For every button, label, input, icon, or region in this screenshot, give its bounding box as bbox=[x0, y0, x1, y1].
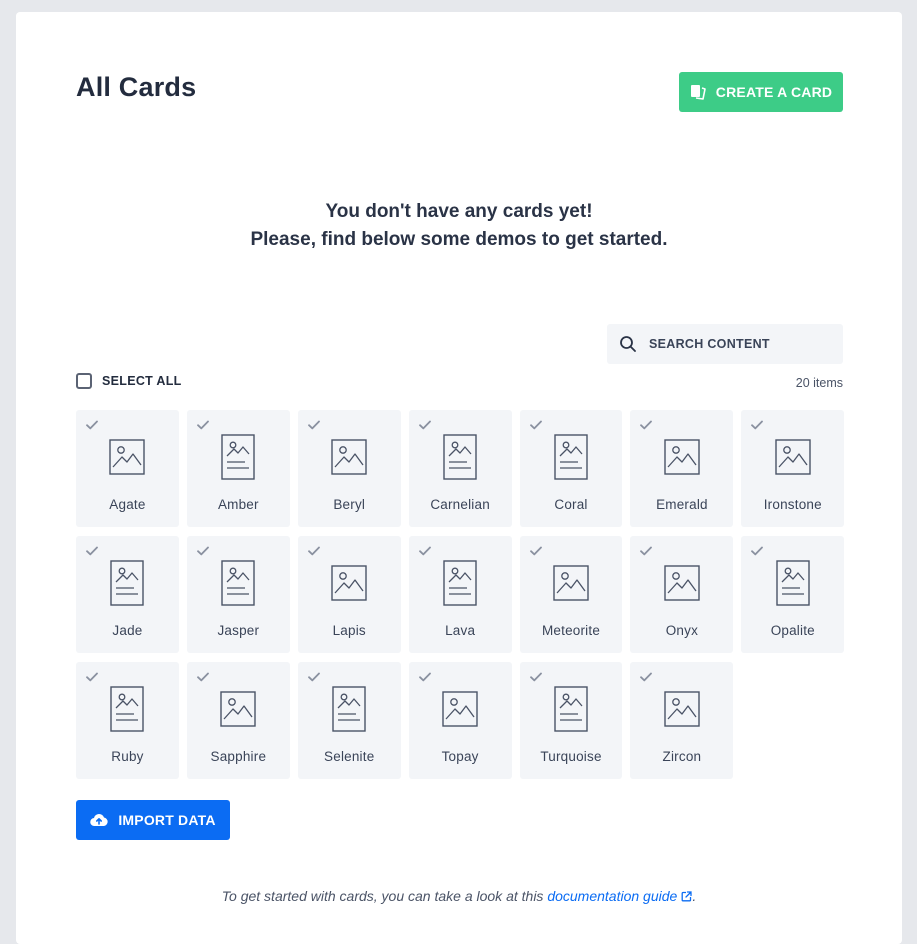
image-icon bbox=[220, 691, 257, 732]
empty-state-message: You don't have any cards yet! Please, fi… bbox=[16, 198, 902, 254]
image-icon bbox=[775, 439, 811, 480]
image-icon bbox=[553, 565, 589, 606]
card-name: Opalite bbox=[770, 623, 815, 638]
card-name: Amber bbox=[217, 497, 259, 512]
page-title: All Cards bbox=[76, 72, 197, 102]
card-name: Sapphire bbox=[210, 749, 267, 764]
card-tile[interactable]: Jade bbox=[76, 536, 179, 653]
import-data-label: IMPORT DATA bbox=[118, 812, 216, 828]
main-panel: All Cards CREATE A CARD You don't have a… bbox=[16, 12, 902, 944]
select-all-toggle[interactable]: SELECT ALL bbox=[76, 373, 182, 389]
documentation-guide-link-text: documentation guide bbox=[547, 888, 678, 904]
card-name: Jasper bbox=[217, 623, 260, 638]
footer-suffix: . bbox=[692, 888, 697, 904]
card-tile[interactable]: Turquoise bbox=[519, 662, 623, 779]
documentation-guide-link[interactable]: documentation guide bbox=[547, 888, 692, 904]
select-all-label: SELECT ALL bbox=[102, 374, 182, 388]
card-name: Carnelian bbox=[430, 497, 490, 512]
card-name: Meteorite bbox=[541, 623, 601, 638]
card-name: Coral bbox=[554, 497, 588, 512]
image-icon bbox=[664, 691, 700, 732]
card-tile[interactable]: Beryl bbox=[297, 410, 401, 527]
card-tile[interactable]: Meteorite bbox=[519, 536, 623, 653]
image-icon bbox=[331, 565, 367, 606]
card-name: Onyx bbox=[665, 623, 699, 638]
search-box[interactable] bbox=[607, 324, 843, 364]
search-icon bbox=[620, 336, 636, 352]
document-image-icon bbox=[443, 434, 477, 485]
card-tile[interactable]: Ruby bbox=[76, 662, 179, 779]
card-tile[interactable]: Ironstone bbox=[741, 410, 845, 527]
import-data-button[interactable]: IMPORT DATA bbox=[76, 800, 230, 840]
card-name: Agate bbox=[109, 497, 146, 512]
document-image-icon bbox=[776, 560, 810, 611]
card-tile[interactable]: Onyx bbox=[630, 536, 734, 653]
empty-state-line-1: You don't have any cards yet! bbox=[325, 201, 593, 222]
create-card-label: CREATE A CARD bbox=[715, 84, 833, 100]
card-tile[interactable]: Jasper bbox=[186, 536, 290, 653]
card-tile[interactable]: Coral bbox=[519, 410, 623, 527]
card-tile[interactable]: Zircon bbox=[630, 662, 734, 779]
document-image-icon bbox=[443, 560, 477, 611]
footer-help: To get started with cards, you can take … bbox=[16, 888, 902, 904]
document-image-icon bbox=[332, 686, 366, 737]
card-name: Zircon bbox=[662, 749, 702, 764]
card-tile[interactable]: Lapis bbox=[297, 536, 401, 653]
card-tile[interactable]: Carnelian bbox=[408, 410, 512, 527]
card-name: Selenite bbox=[324, 749, 375, 764]
image-icon bbox=[442, 691, 478, 732]
card-grid: Agate Amber Beryl Carnelian Coral Emerald Iron… bbox=[76, 410, 845, 779]
card-name: Turquoise bbox=[540, 749, 602, 764]
card-tile[interactable]: Opalite bbox=[741, 536, 845, 653]
item-count: 20 items bbox=[795, 376, 843, 390]
image-icon bbox=[664, 565, 700, 606]
card-name: Beryl bbox=[333, 497, 366, 512]
document-image-icon bbox=[221, 434, 256, 485]
card-name: Topay bbox=[441, 749, 479, 764]
document-image-icon bbox=[554, 686, 588, 737]
card-name: Jade bbox=[112, 623, 143, 638]
image-icon bbox=[664, 439, 700, 480]
card-tile[interactable]: Lava bbox=[408, 536, 512, 653]
cloud-upload-icon bbox=[90, 813, 108, 827]
document-image-icon bbox=[110, 560, 145, 611]
card-name: Lapis bbox=[332, 623, 366, 638]
card-name: Ruby bbox=[111, 749, 144, 764]
footer-text: To get started with cards, you can take … bbox=[221, 888, 548, 904]
card-tile[interactable]: Selenite bbox=[297, 662, 401, 779]
select-all-checkbox[interactable] bbox=[76, 373, 92, 389]
create-card-button[interactable]: CREATE A CARD bbox=[679, 72, 843, 112]
card-name: Emerald bbox=[656, 497, 708, 512]
image-icon bbox=[331, 439, 367, 480]
card-tile[interactable]: Sapphire bbox=[186, 662, 290, 779]
empty-state-line-2: Please, find below some demos to get sta… bbox=[250, 229, 668, 250]
card-name: Ironstone bbox=[763, 497, 822, 512]
external-link-icon bbox=[681, 891, 692, 902]
document-image-icon bbox=[221, 560, 256, 611]
card-tile[interactable]: Amber bbox=[186, 410, 290, 527]
image-icon bbox=[109, 439, 146, 480]
document-image-icon bbox=[110, 686, 145, 737]
card-tile[interactable]: Emerald bbox=[630, 410, 734, 527]
card-tile[interactable]: Topay bbox=[408, 662, 512, 779]
card-name: Lava bbox=[445, 623, 476, 638]
document-image-icon bbox=[554, 434, 588, 485]
search-input[interactable] bbox=[649, 337, 829, 351]
card-tile[interactable]: Agate bbox=[76, 410, 179, 527]
cards-icon bbox=[690, 85, 706, 100]
